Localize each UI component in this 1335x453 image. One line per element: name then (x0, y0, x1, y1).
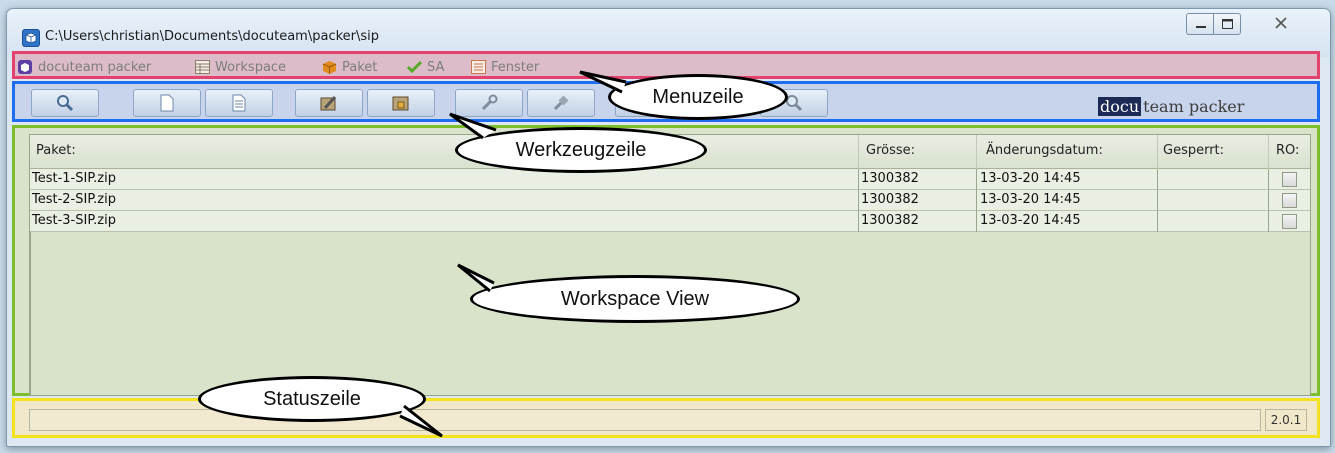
cell-paket: Test-2-SIP.zip (32, 192, 116, 207)
menu-item-docuteam-packer[interactable]: docuteam packer (18, 58, 151, 76)
callout-menuzeile: Menuzeile (608, 74, 788, 120)
menu-item-paket[interactable]: Paket (322, 58, 377, 76)
callout-label: Menuzeile (652, 85, 744, 108)
callout-workspace-view: Workspace View (470, 275, 800, 323)
menu-item-workspace[interactable]: Workspace (195, 58, 286, 76)
status-message (29, 409, 1261, 431)
title-bar[interactable]: C:\Users\christian\Documents\docuteam\pa… (7, 9, 1330, 57)
cell-groesse: 1300382 (861, 213, 919, 228)
column-divider[interactable] (1157, 135, 1158, 169)
callout-label: Workspace View (560, 287, 710, 310)
menu-item-label: Paket (342, 59, 378, 75)
close-button[interactable] (1249, 13, 1313, 35)
callout-tail (449, 112, 497, 140)
maximize-button[interactable] (1213, 13, 1241, 35)
package-box-icon (322, 60, 337, 74)
table-row[interactable]: Test-1-SIP.zip 1300382 13-03-20 14:45 (30, 169, 1310, 190)
menu-item-label: Workspace (215, 59, 287, 75)
column-header-groesse[interactable]: Grösse: (866, 143, 915, 158)
logo-dark-text: docu (1098, 96, 1142, 116)
edit-package-button[interactable] (295, 89, 363, 117)
column-header-gesperrt[interactable]: Gesperrt: (1163, 143, 1224, 158)
callout-tail (399, 404, 443, 438)
column-divider[interactable] (1268, 135, 1269, 169)
cell-date: 13-03-20 14:45 (980, 192, 1081, 207)
logo-light-text: team packer (1143, 96, 1245, 116)
ro-checkbox[interactable] (1282, 193, 1297, 208)
version-label: 2.0.1 (1265, 409, 1307, 431)
callout-statuszeile: Statuszeile (198, 376, 426, 422)
menu-item-label: Fenster (491, 59, 540, 75)
lock-package-button[interactable] (367, 89, 435, 117)
app-window: C:\Users\christian\Documents\docuteam\pa… (6, 8, 1331, 447)
window-list-icon (471, 60, 486, 74)
menu-item-sa[interactable]: SA (406, 58, 445, 76)
table-column-divider-left (30, 232, 31, 396)
document-lines-icon (232, 94, 246, 112)
cell-date: 13-03-20 14:45 (980, 213, 1081, 228)
wrench-package-icon (320, 95, 337, 111)
callout-label: Statuszeile (263, 387, 361, 410)
column-header-aenderungsdatum[interactable]: Änderungsdatum: (986, 143, 1103, 158)
callout-tail (579, 70, 627, 94)
locked-package-icon (392, 96, 409, 111)
callout-label: Werkzeugzeile (515, 138, 647, 161)
package-table: Paket: Grösse: Änderungsdatum: Gesperrt:… (29, 134, 1311, 396)
ro-checkbox[interactable] (1282, 214, 1297, 229)
column-header-ro[interactable]: RO: (1276, 143, 1299, 158)
menu-item-fenster[interactable]: Fenster (471, 58, 539, 76)
new-document-icon (160, 94, 174, 112)
docuteam-packer-logo: docu team packer (1098, 96, 1244, 116)
minimize-button[interactable] (1186, 13, 1214, 35)
table-row[interactable]: Test-3-SIP.zip 1300382 13-03-20 14:45 (30, 211, 1310, 232)
app-icon (22, 29, 40, 47)
checkmark-icon (406, 60, 423, 74)
column-divider[interactable] (976, 135, 977, 169)
column-header-paket[interactable]: Paket: (36, 143, 76, 158)
search-icon (57, 95, 74, 112)
new-document-button[interactable] (133, 89, 201, 117)
menu-item-label: SA (427, 59, 445, 75)
window-title: C:\Users\christian\Documents\docuteam\pa… (45, 29, 380, 44)
open-document-button[interactable] (205, 89, 273, 117)
close-icon (1275, 17, 1287, 29)
cell-groesse: 1300382 (861, 171, 919, 186)
column-divider[interactable] (858, 135, 859, 169)
plug-icon (553, 95, 569, 111)
cell-paket: Test-3-SIP.zip (32, 213, 116, 228)
search-button[interactable] (31, 89, 99, 117)
callout-tail (457, 263, 495, 293)
workspace-table-icon (195, 60, 210, 74)
cell-paket: Test-1-SIP.zip (32, 171, 116, 186)
wrench-icon (481, 94, 498, 111)
table-row[interactable]: Test-2-SIP.zip 1300382 13-03-20 14:45 (30, 190, 1310, 211)
packer-app-icon (18, 60, 33, 74)
cell-date: 13-03-20 14:45 (980, 171, 1081, 186)
menu-item-label: docuteam packer (38, 59, 152, 75)
ro-checkbox[interactable] (1282, 172, 1297, 187)
cell-groesse: 1300382 (861, 192, 919, 207)
